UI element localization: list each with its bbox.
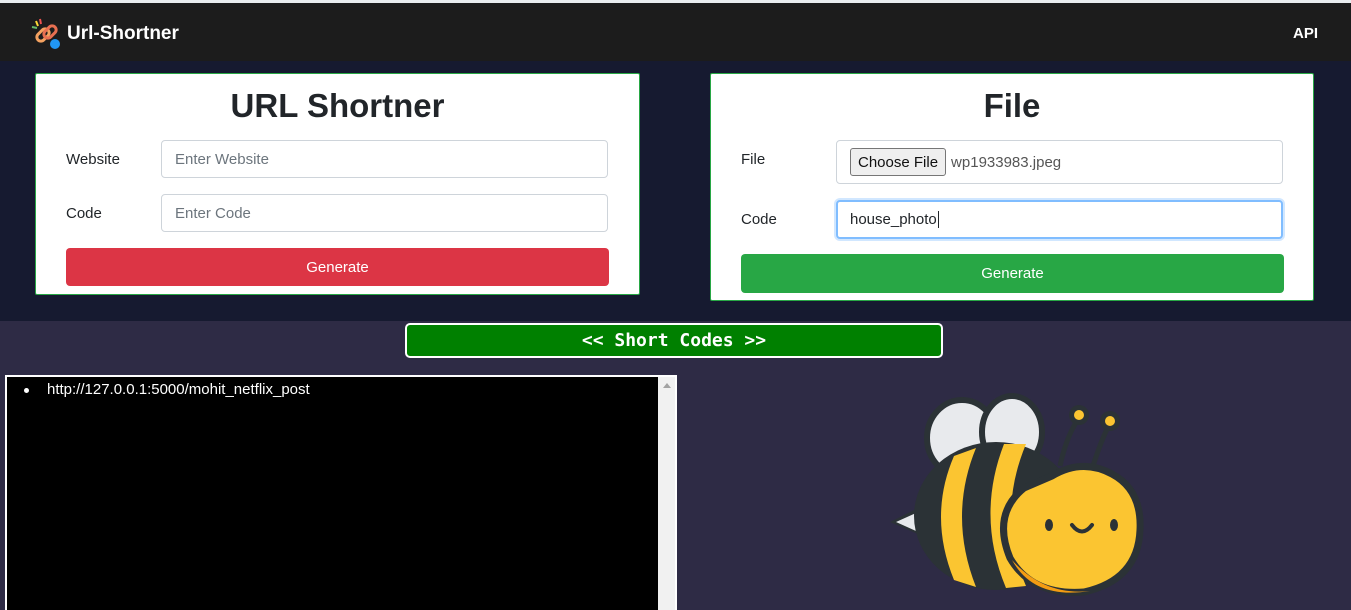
brand[interactable]: Url-Shortner (30, 18, 179, 50)
chain-link-icon (31, 18, 60, 49)
selected-file-name: wp1933983.jpeg (951, 153, 1062, 171)
short-code-item[interactable]: http://127.0.0.1:5000/mohit_netflix_post (7, 381, 310, 401)
short-codes-heading[interactable]: << Short Codes >> (405, 323, 943, 358)
file-input[interactable]: Choose File wp1933983.jpeg (836, 140, 1283, 184)
file-code-label: Code (741, 211, 777, 228)
file-card: File File Choose File wp1933983.jpeg Cod… (710, 73, 1314, 301)
website-label: Website (66, 151, 120, 168)
bee-illustration (890, 393, 1144, 596)
url-shortner-title: URL Shortner (230, 87, 445, 124)
text-caret (937, 211, 939, 228)
choose-file-button[interactable]: Choose File (850, 148, 947, 176)
website-input[interactable]: Enter Website (161, 140, 608, 178)
short-codes-list[interactable]: http://127.0.0.1:5000/mohit_netflix_post (5, 375, 677, 610)
url-generate-button[interactable]: Generate (66, 248, 609, 286)
file-label: File (741, 151, 766, 168)
file-title: File (983, 87, 1041, 124)
url-shortner-card: URL Shortner Website Enter Website Code … (35, 73, 640, 295)
code-input[interactable]: Enter Code (161, 194, 608, 232)
brand-name: Url-Shortner (67, 23, 179, 44)
file-code-input[interactable]: house_photo (836, 200, 1283, 239)
api-link[interactable]: API (1293, 25, 1318, 42)
file-code-value: house_photo (850, 211, 937, 228)
navbar: Url-Shortner API (0, 3, 1351, 61)
file-generate-button[interactable]: Generate (741, 254, 1284, 293)
scrollbar[interactable] (658, 377, 675, 610)
code-label: Code (66, 205, 102, 222)
scroll-up-arrow-icon[interactable] (663, 383, 671, 388)
